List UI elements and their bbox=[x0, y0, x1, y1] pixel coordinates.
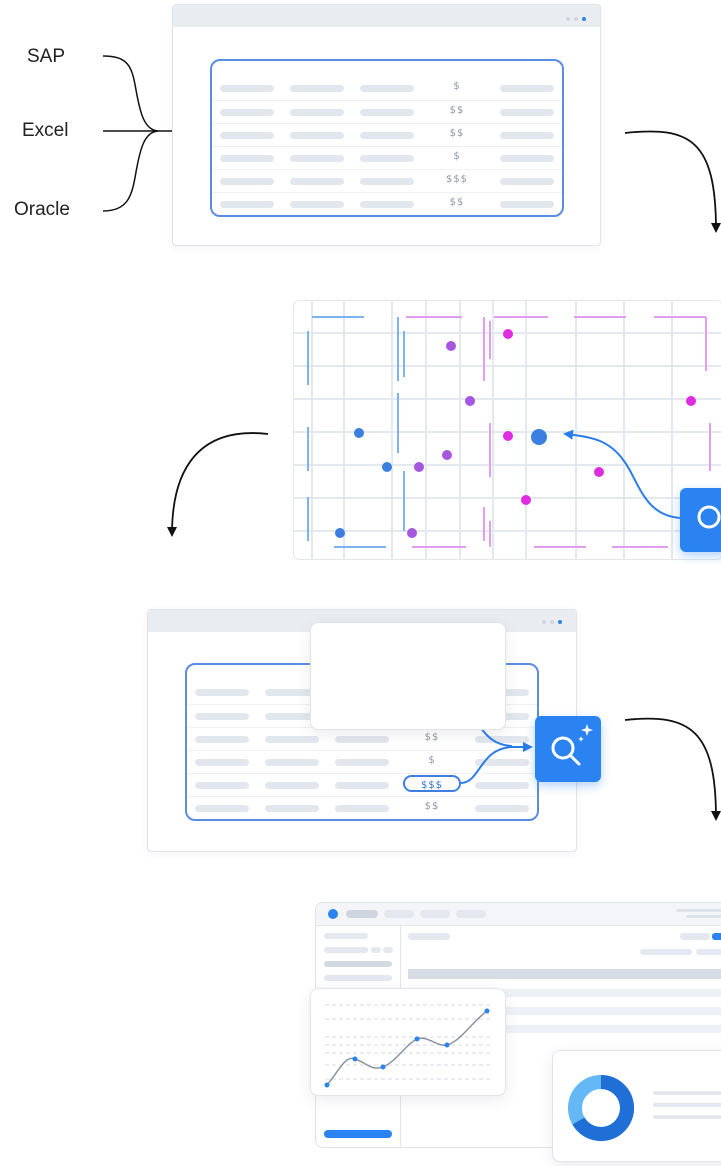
trend-point bbox=[352, 1056, 358, 1062]
trend-point bbox=[484, 1008, 490, 1014]
trend-line-chart bbox=[324, 1004, 491, 1088]
trend-point bbox=[324, 1082, 330, 1088]
page-title-placeholder bbox=[408, 933, 450, 940]
donut-chart-card bbox=[552, 1050, 721, 1162]
trend-line bbox=[326, 1010, 488, 1086]
tab[interactable] bbox=[456, 910, 486, 918]
trend-point bbox=[380, 1064, 386, 1070]
tab[interactable] bbox=[420, 910, 450, 918]
sidebar-item[interactable] bbox=[324, 975, 392, 981]
ai-search-button[interactable] bbox=[535, 716, 601, 782]
line-chart-card bbox=[310, 622, 506, 730]
trend-point bbox=[444, 1042, 450, 1048]
tab-active[interactable] bbox=[346, 910, 378, 918]
sidebar-primary-button[interactable] bbox=[324, 1130, 392, 1138]
sidebar-item[interactable] bbox=[324, 961, 392, 967]
trend-chart-card bbox=[310, 988, 506, 1096]
app-logo-dot bbox=[328, 909, 338, 919]
toolbar-button[interactable] bbox=[712, 933, 721, 940]
donut-chart bbox=[568, 1075, 721, 1141]
trend-point bbox=[414, 1036, 420, 1042]
dashboard-topbar bbox=[316, 903, 721, 926]
tab[interactable] bbox=[384, 910, 414, 918]
table-header-bar bbox=[408, 969, 721, 979]
search-sparkle-icon bbox=[551, 724, 593, 766]
